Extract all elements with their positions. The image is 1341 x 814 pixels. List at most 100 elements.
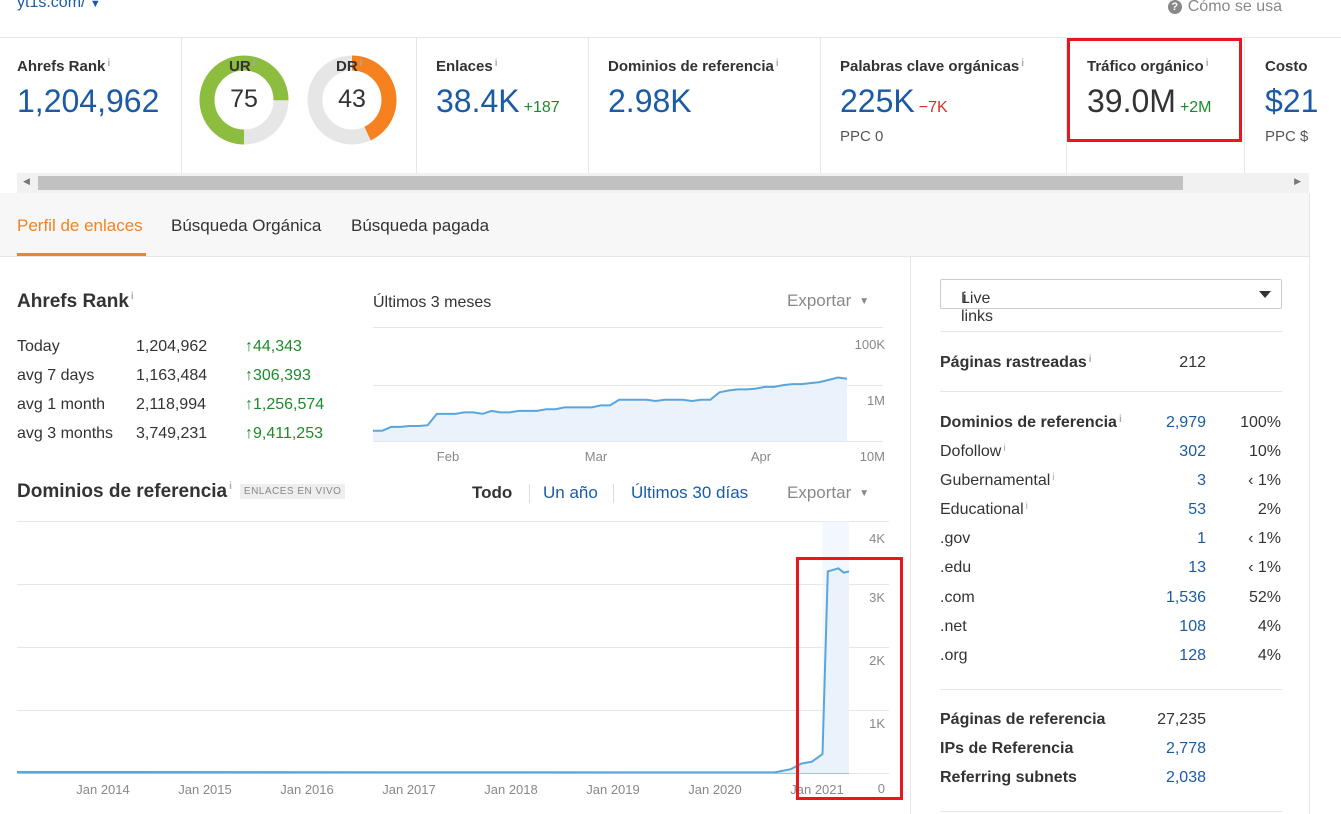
breakdown-value[interactable]: 1 [1120, 530, 1206, 548]
metric-label: Dominios de referencia [608, 58, 774, 75]
rank-export-button[interactable]: Exportar ▼ [787, 291, 869, 311]
x-tick-label: Mar [585, 449, 608, 464]
metric-value[interactable]: 225K [840, 83, 915, 119]
metric-sub: PPC 0 [840, 128, 884, 145]
metric-value[interactable]: 1,204,962 [17, 83, 159, 120]
arrow-up-icon: ↑ [245, 366, 253, 384]
breakdown-pct: ‹ 1% [1248, 472, 1281, 490]
panel-divider [910, 257, 911, 814]
filter-todo[interactable]: Todo [472, 483, 512, 503]
site-url-dropdown[interactable]: yt1s.com/ ▼ [17, 0, 101, 12]
refips-label: IPs de Referencia [940, 740, 1074, 757]
y-tick-label: 100K [855, 337, 886, 352]
info-icon[interactable]: i [229, 481, 232, 492]
delta-value: 306,393 [253, 366, 311, 384]
breakdown-label-text: .gov [940, 530, 971, 548]
metric-sub: PPC $ [1265, 128, 1309, 145]
x-tick-label: Feb [437, 449, 459, 464]
help-link[interactable]: ? Cómo se usa [1167, 0, 1282, 16]
breakdown-pct: 4% [1257, 646, 1281, 664]
info-icon[interactable]: i [1026, 501, 1028, 512]
refpages-value: 27,235 [1157, 711, 1206, 728]
refdomains-title-text: Dominios de referencia [17, 481, 228, 502]
breakdown-label: Dofollow i [940, 443, 1006, 461]
chevron-down-icon[interactable]: ▼ [90, 0, 101, 10]
rank-row-delta: ↑306,393 [245, 361, 324, 390]
metric-dominios: Dominios de referencia i 2.98K [589, 38, 821, 174]
metric-enlaces: Enlaces i 38.4K +187 [417, 38, 589, 174]
breakdown-label: .edu [940, 559, 971, 577]
crawled-label: Páginas rastreadas [940, 354, 1087, 371]
info-icon[interactable]: i [131, 291, 134, 302]
y-tick-label: 1M [867, 393, 885, 408]
rank-row-value: 2,118,994 [136, 395, 206, 413]
rank-row-label: avg 1 month [17, 395, 106, 413]
scroll-left-icon[interactable]: ◀ [23, 176, 30, 187]
refdomains-value[interactable]: 2,979 [1120, 414, 1206, 432]
filter-label[interactable]: Un año [543, 483, 598, 502]
horizontal-scrollbar[interactable]: ◀ ▶ [17, 173, 1309, 193]
help-icon: ? [1167, 0, 1182, 14]
tab-perfil-enlaces[interactable]: Perfil de enlaces [17, 216, 143, 236]
divider [940, 391, 1282, 392]
refips-value[interactable]: 2,778 [1120, 740, 1206, 758]
rank-row-label: Today [17, 337, 60, 355]
site-url[interactable]: yt1s.com/ [17, 0, 85, 11]
rank-row-delta: ↑9,411,253 [245, 419, 324, 448]
info-icon[interactable]: i [1003, 443, 1005, 454]
scrollbar-thumb[interactable] [38, 176, 1183, 190]
subnets-value[interactable]: 2,038 [1120, 769, 1206, 787]
rank-table: Today 1,204,962 ↑44,343 avg 7 days 1,163,484… [17, 332, 324, 448]
refdomains-export-button[interactable]: Exportar ▼ [787, 483, 869, 503]
live-links-select[interactable]: Live links i [940, 279, 1282, 325]
info-icon[interactable]: i [253, 58, 256, 69]
info-icon[interactable]: i [776, 58, 779, 69]
breakdown-value[interactable]: 302 [1120, 443, 1206, 461]
tab-busqueda-pagada[interactable]: Búsqueda pagada [351, 216, 489, 236]
scroll-right-icon[interactable]: ▶ [1294, 176, 1301, 187]
breakdown-value[interactable]: 53 [1120, 501, 1206, 519]
breakdown-label-text: Dofollow [940, 443, 1002, 460]
divider [940, 689, 1282, 690]
rank-row-label: avg 7 days [17, 366, 95, 384]
info-icon[interactable]: i [1052, 472, 1054, 483]
ur-value: 75 [230, 85, 258, 113]
filter-ultimos-30[interactable]: Últimos 30 días [631, 483, 748, 503]
info-icon[interactable]: i [495, 58, 498, 69]
dr-label: DR [336, 58, 358, 75]
metric-value[interactable]: 38.4K [436, 83, 520, 119]
highlight-box-growth [796, 557, 903, 800]
tab-busqueda-organica[interactable]: Búsqueda Orgánica [171, 216, 321, 236]
metric-value[interactable]: 2.98K [608, 83, 692, 120]
export-label: Exportar [787, 483, 852, 502]
breakdown-value[interactable]: 1,536 [1120, 589, 1206, 607]
info-icon[interactable]: i [963, 290, 967, 308]
info-icon[interactable]: i [360, 58, 363, 69]
rank-row: avg 1 month 2,118,994 ↑1,256,574 [17, 390, 324, 419]
metric-value[interactable]: $21 [1265, 83, 1318, 120]
info-icon[interactable]: i [107, 58, 110, 69]
breakdown-value[interactable]: 108 [1120, 618, 1206, 636]
refdomains-area [17, 568, 849, 773]
breakdown-label-text: .edu [940, 559, 972, 577]
x-tick-label: Jan 2016 [280, 782, 334, 797]
filter-label[interactable]: Últimos 30 días [631, 483, 748, 502]
breakdown-value[interactable]: 128 [1120, 647, 1206, 665]
active-tab-indicator [17, 253, 146, 256]
y-tick-label: 4K [869, 531, 885, 546]
breakdown-value[interactable]: 3 [1120, 472, 1206, 490]
arrow-up-icon: ↑ [245, 337, 253, 355]
crawled-value: 212 [1179, 354, 1206, 371]
delta-value: 1,256,574 [253, 395, 325, 413]
info-icon[interactable]: i [1089, 354, 1092, 365]
arrow-up-icon: ↑ [245, 424, 253, 442]
breakdown-label-text: .org [940, 646, 968, 664]
metric-label: Palabras clave orgánicas [840, 58, 1020, 75]
filter-divider [613, 484, 614, 503]
metric-ur-dr: UR i 75 DR i 43 [182, 38, 417, 174]
arrow-up-icon: ↑ [245, 395, 253, 413]
filter-un-ano[interactable]: Un año [543, 483, 598, 503]
breakdown-value[interactable]: 13 [1120, 559, 1206, 577]
breakdown-label: .gov [940, 530, 970, 548]
info-icon[interactable]: i [1021, 58, 1024, 69]
